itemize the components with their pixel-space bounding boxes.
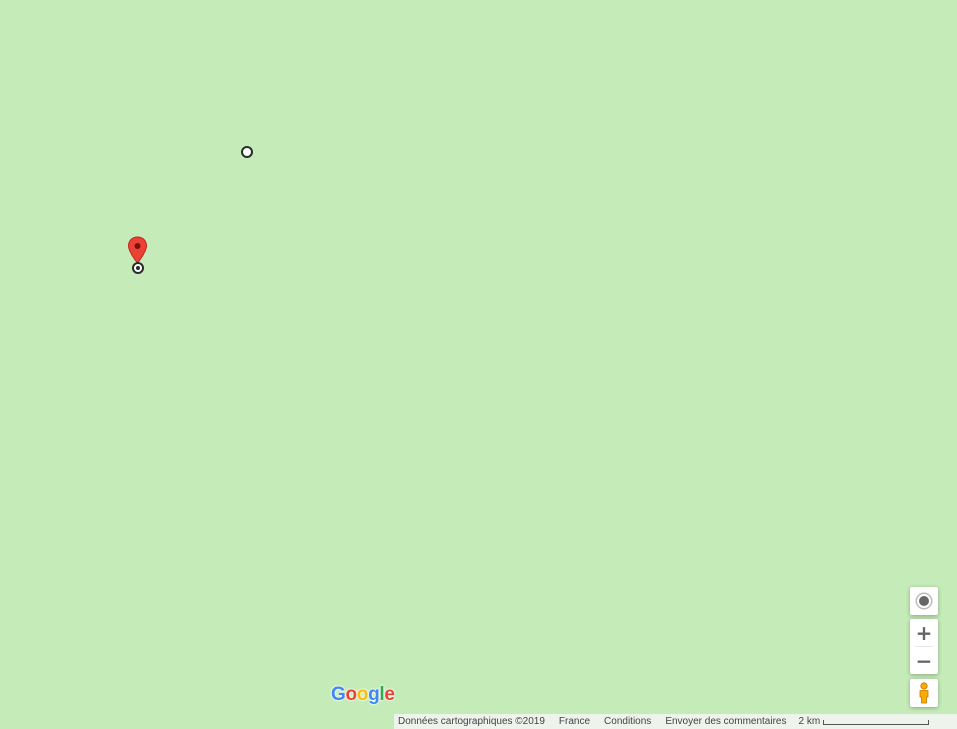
map-footer: Données cartographiques ©2019 France Con…	[394, 714, 957, 729]
scale-label: 2 km	[798, 716, 821, 727]
street-view-button[interactable]	[910, 679, 938, 707]
origin-marker[interactable]	[132, 262, 144, 274]
scale-bar	[823, 720, 930, 725]
terms-link[interactable]: Conditions	[600, 714, 657, 729]
zoom-out-button[interactable]: −	[910, 647, 938, 674]
zoom-in-button[interactable]: +	[910, 619, 938, 646]
map-data-attribution: Données cartographiques ©2019	[398, 716, 545, 727]
my-location-button[interactable]	[910, 587, 938, 615]
feedback-link[interactable]: Envoyer des commentaires	[661, 714, 792, 729]
pegman-icon	[919, 682, 929, 704]
region-link[interactable]: France	[555, 714, 596, 729]
scale-control[interactable]: 2 km	[798, 716, 930, 727]
my-location-icon	[919, 596, 929, 606]
map-canvas[interactable]: Google + − Données cartographiques ©2019…	[0, 0, 957, 729]
waypoint-marker[interactable]	[241, 146, 253, 158]
zoom-control: + −	[910, 619, 938, 674]
google-logo: Google	[331, 684, 395, 705]
